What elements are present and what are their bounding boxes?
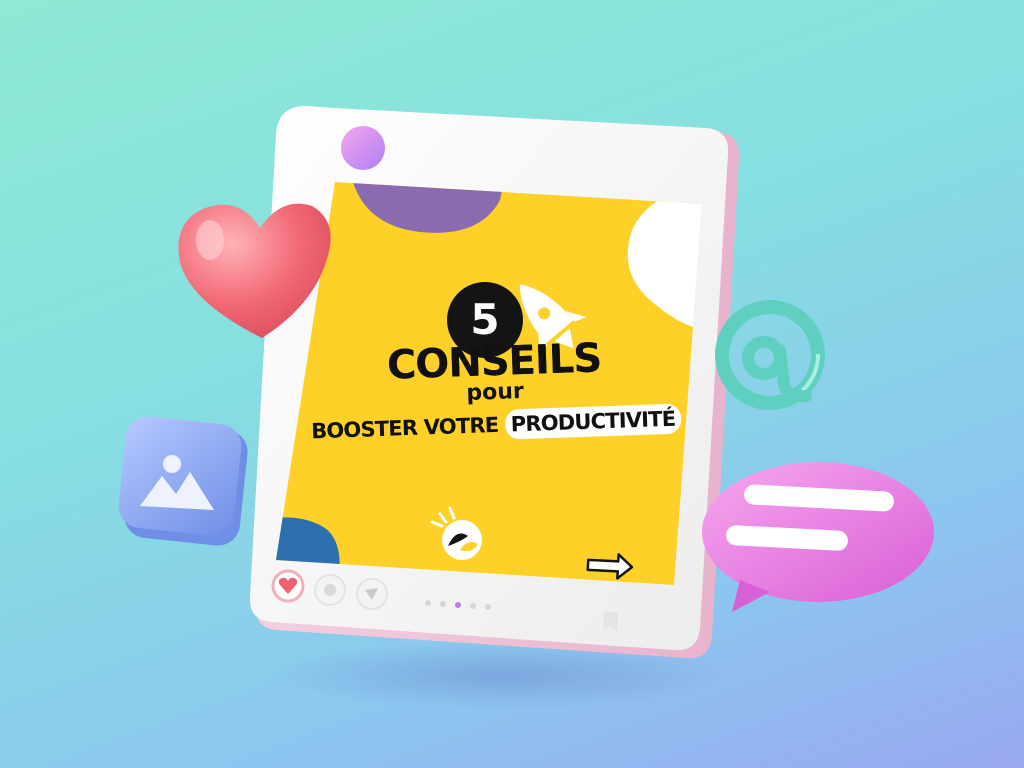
post-subtitle-highlight: PRODUCTIVITÉ [504, 403, 682, 440]
carousel-dot[interactable] [485, 604, 491, 610]
carousel-dot[interactable] [425, 600, 431, 606]
carousel-dot[interactable] [440, 601, 446, 607]
post-subtitle-prefix: BOOSTER VOTRE [310, 412, 506, 444]
carousel-dot[interactable] [470, 603, 476, 609]
post-caption: CONSEILS pour BOOSTER VOTRE PRODUCTIVITÉ [288, 333, 701, 447]
floating-at-sign-icon [715, 300, 825, 410]
carousel-dot-active[interactable] [455, 602, 461, 608]
profile-dot-icon[interactable] [341, 126, 385, 170]
floating-chat-bubble-icon [702, 462, 934, 612]
scene: 5 CONSEILS pour BOOSTER VOTRE PRODUCTIVI… [0, 0, 1024, 768]
floating-image-icon [118, 416, 248, 546]
